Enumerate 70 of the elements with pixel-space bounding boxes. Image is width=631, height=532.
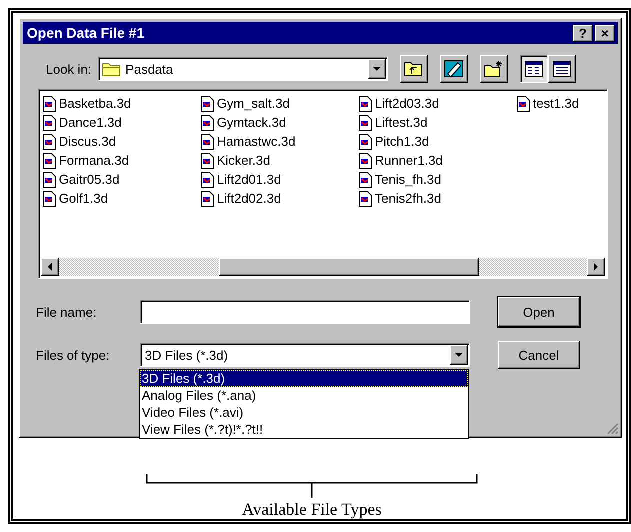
document-icon bbox=[517, 96, 530, 112]
scroll-left-button[interactable] bbox=[41, 258, 59, 276]
caret-icon bbox=[372, 67, 381, 71]
document-icon bbox=[359, 96, 372, 112]
file-item[interactable]: Golf1.3d bbox=[43, 189, 201, 208]
help-button[interactable]: ? bbox=[573, 24, 593, 42]
file-item[interactable]: Gymtack.3d bbox=[201, 113, 359, 132]
pencil-icon bbox=[444, 60, 464, 78]
file-item[interactable]: Tenis_fh.3d bbox=[359, 170, 517, 189]
scroll-thumb[interactable] bbox=[219, 258, 479, 276]
file-name-field[interactable] bbox=[140, 300, 470, 324]
resize-grip-icon[interactable] bbox=[607, 423, 619, 435]
document-icon bbox=[359, 152, 372, 168]
open-button[interactable]: Open bbox=[498, 297, 580, 327]
window-title: Open Data File #1 bbox=[27, 25, 144, 41]
file-item[interactable]: Formana.3d bbox=[43, 151, 201, 170]
new-folder-icon bbox=[484, 60, 504, 78]
file-item[interactable]: Kicker.3d bbox=[201, 151, 359, 170]
document-icon bbox=[201, 190, 214, 206]
file-name-label: File name: bbox=[36, 304, 98, 320]
document-icon bbox=[43, 152, 56, 168]
dropdown-button[interactable] bbox=[368, 59, 386, 79]
document-icon bbox=[43, 96, 56, 112]
file-item[interactable]: Lift2d01.3d bbox=[201, 170, 359, 189]
scroll-right-button[interactable] bbox=[587, 258, 605, 276]
dropdown-button[interactable] bbox=[450, 345, 468, 365]
file-item[interactable]: Pitch1.3d bbox=[359, 132, 517, 151]
list-view-icon bbox=[524, 61, 543, 77]
file-type-option[interactable]: 3D Files (*.3d) bbox=[140, 370, 468, 387]
look-in-label: Look in: bbox=[46, 62, 92, 76]
file-item[interactable]: Hamastwc.3d bbox=[201, 132, 359, 151]
file-type-value: 3D Files (*.3d) bbox=[144, 348, 230, 362]
close-button[interactable]: × bbox=[595, 24, 615, 42]
document-icon bbox=[359, 134, 372, 150]
file-item[interactable]: Gym_salt.3d bbox=[201, 94, 359, 113]
file-item[interactable]: Runner1.3d bbox=[359, 151, 517, 170]
folder-up-icon bbox=[404, 61, 424, 77]
file-item[interactable]: Dance1.3d bbox=[43, 113, 201, 132]
horizontal-scrollbar[interactable] bbox=[41, 258, 605, 276]
annotation-caption: Available File Types bbox=[242, 500, 382, 519]
file-type-label: Files of type: bbox=[36, 348, 111, 362]
file-item[interactable]: test1.3d bbox=[517, 94, 626, 113]
file-item[interactable]: Lift2d03.3d bbox=[359, 94, 517, 113]
caret-icon bbox=[455, 353, 463, 357]
file-item[interactable]: Discus.3d bbox=[43, 132, 201, 151]
document-icon bbox=[359, 114, 372, 130]
right-arrow-icon bbox=[594, 263, 598, 271]
file-item[interactable]: Gaitr05.3d bbox=[43, 170, 201, 189]
look-in-value: Pasdata bbox=[124, 62, 174, 76]
details-view-icon bbox=[552, 61, 571, 77]
left-arrow-icon bbox=[48, 263, 52, 271]
toolbar-button[interactable] bbox=[520, 55, 548, 83]
document-icon bbox=[201, 134, 214, 150]
document-icon bbox=[201, 172, 214, 188]
document-icon bbox=[43, 190, 56, 206]
document-icon bbox=[201, 96, 214, 112]
file-item[interactable]: Lift2d02.3d bbox=[201, 189, 359, 208]
document-icon bbox=[43, 172, 56, 188]
document-icon bbox=[201, 114, 214, 130]
file-item[interactable]: Tenis2fh.3d bbox=[359, 189, 517, 208]
document-icon bbox=[359, 190, 372, 206]
document-icon bbox=[43, 114, 56, 130]
document-icon bbox=[43, 134, 56, 150]
file-item[interactable]: Basketba.3d bbox=[43, 94, 201, 113]
cancel-button[interactable]: Cancel bbox=[498, 341, 580, 369]
look-in-dropdown[interactable]: Pasdata bbox=[98, 57, 388, 81]
document-icon bbox=[201, 152, 214, 168]
folder-icon bbox=[102, 61, 122, 77]
document-icon bbox=[359, 172, 372, 188]
file-item[interactable]: Liftest.3d bbox=[359, 113, 517, 132]
